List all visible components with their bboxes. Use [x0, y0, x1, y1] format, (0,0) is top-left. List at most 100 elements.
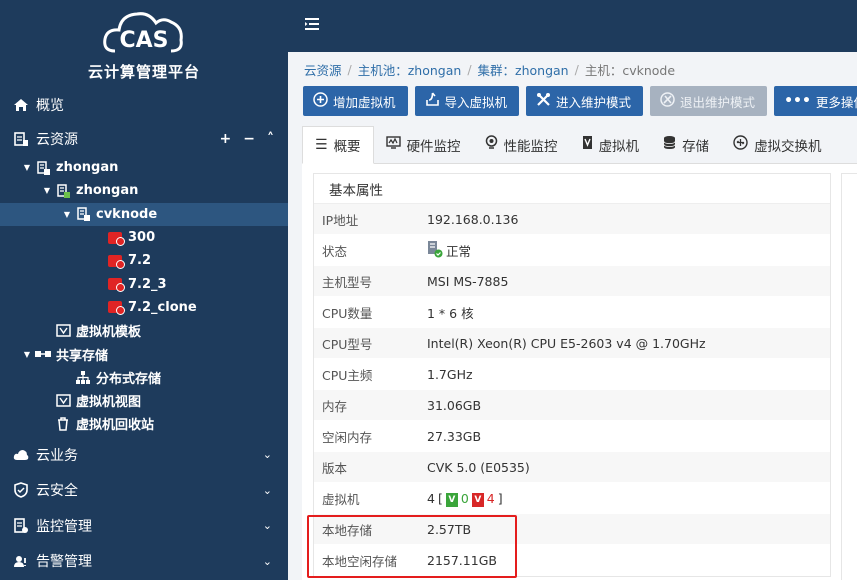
chevron-down-icon: ⌄ — [262, 448, 272, 462]
svg-text:CAS: CAS — [119, 28, 168, 53]
tree-item[interactable]: 7.2_clone — [0, 296, 288, 319]
more-icon: ••• — [784, 93, 811, 109]
basic-properties-panel: 基本属性 IP地址 192.168.0.136 状态 正常 主机型号 MSI MS-788… — [313, 173, 831, 577]
property-row: 虚拟机 4[V 0 V 4] — [314, 483, 830, 514]
tree-item[interactable]: 7.2_3 — [0, 272, 288, 295]
vm-running-count[interactable]: 0 — [461, 491, 469, 506]
chevron-down-icon: ⌄ — [262, 554, 272, 568]
property-row: CPU数量 1 * 6 核 — [314, 297, 830, 328]
tree-item[interactable]: ▼ zhongan — [0, 156, 288, 179]
tree-item[interactable]: 虚拟机视图 — [0, 389, 288, 412]
home-icon — [12, 98, 30, 112]
tree-item-label: 虚拟机视图 — [76, 395, 142, 411]
tab-vswitch-label: 虚拟交换机 — [754, 138, 822, 155]
add-vm-button[interactable]: 增加虚拟机 — [303, 86, 408, 116]
property-key: 空闲内存 — [322, 429, 373, 445]
host-icon — [74, 207, 92, 222]
enter-maintenance-button[interactable]: 进入维护模式 — [526, 86, 644, 116]
tree-item-label: 虚拟机模板 — [76, 325, 142, 341]
property-key: 内存 — [322, 398, 348, 414]
plus-circle-icon — [313, 91, 328, 111]
tree-item[interactable]: 虚拟机模板 — [0, 319, 288, 342]
nav-monitoring[interactable]: 监控管理 ⌄ — [0, 508, 288, 544]
property-value: 27.33GB — [427, 428, 482, 444]
database-icon — [663, 135, 676, 154]
breadcrumb-item[interactable]: 主机池：zhongan — [358, 60, 462, 79]
tree-item-label: 7.2_clone — [128, 299, 197, 315]
tab-performance-monitor[interactable]: 性能监控 — [473, 126, 570, 163]
tab-overview[interactable]: ☰ 概要 — [302, 126, 374, 164]
tab-overview-label: 概要 — [333, 139, 361, 155]
property-key: CPU型号 — [322, 336, 373, 352]
property-row: 版本 CVK 5.0 (E0535) — [314, 452, 830, 483]
nav-alarms[interactable]: 告警管理 ⌄ — [0, 544, 288, 580]
more-actions-button[interactable]: ••• 更多操作 — [774, 86, 857, 116]
property-row: 主机型号 MSI MS-7885 — [314, 266, 830, 297]
tree-item[interactable]: 虚拟机回收站 — [0, 412, 288, 435]
vm-running-icon: V — [445, 492, 458, 507]
vm-stopped-icon: V — [471, 492, 484, 507]
tree-item-label: 7.2_3 — [128, 276, 167, 292]
app-title: 云计算管理平台 — [87, 63, 200, 81]
breadcrumb-item[interactable]: 集群：zhongan — [478, 60, 569, 79]
vm-view-icon — [54, 394, 72, 407]
expand-arrow-icon[interactable]: ▼ — [60, 210, 74, 219]
tab-performance-monitor-label: 性能监控 — [503, 138, 558, 155]
sidebar: CAS 云计算管理平台 概览 云资源 + − ˄ ▼ zhongan ▼ zhonga… — [0, 0, 288, 580]
vm-icon — [582, 135, 593, 154]
exit-maintenance-button[interactable]: 退出维护模式 — [650, 86, 768, 116]
property-row: 状态 正常 — [314, 235, 830, 266]
brand: CAS 云计算管理平台 — [0, 0, 288, 88]
add-resource-button[interactable]: + — [220, 131, 232, 147]
menu-toggle-icon[interactable] — [304, 18, 320, 34]
collapse-resources-button[interactable]: ˄ — [267, 131, 274, 147]
nav-overview[interactable]: 概览 — [0, 88, 288, 122]
tab-vms[interactable]: 虚拟机 — [570, 126, 652, 163]
nav-cloud-resources[interactable]: 云资源 + − ˄ — [0, 122, 288, 156]
property-row: CPU主频 1.7GHz — [314, 359, 830, 390]
vswitch-icon — [733, 135, 748, 154]
vm-stopped-icon — [106, 231, 125, 246]
tree-item[interactable]: 7.2 — [0, 249, 288, 272]
tree-item-label: 300 — [128, 230, 156, 246]
property-row: 空闲内存 27.33GB — [314, 421, 830, 452]
tree-item-label: cvknode — [96, 206, 158, 222]
nav-cloud-business[interactable]: 云业务 ⌄ — [0, 437, 288, 473]
status-text: 正常 — [446, 243, 472, 259]
tab-storage[interactable]: 存储 — [651, 126, 721, 163]
expand-arrow-icon[interactable]: ▼ — [40, 186, 54, 195]
nav-cloud-security-label: 云安全 — [36, 483, 78, 500]
expand-arrow-icon[interactable]: ▼ — [20, 350, 34, 359]
import-vm-label: 导入虚拟机 — [444, 94, 508, 110]
property-value: 31.06GB — [427, 397, 482, 413]
expand-arrow-icon[interactable]: ▼ — [20, 163, 34, 172]
enter-maintenance-label: 进入维护模式 — [556, 94, 632, 110]
property-key: 版本 — [322, 460, 348, 476]
breadcrumb-item[interactable]: 云资源 — [304, 60, 342, 79]
property-value: 2.57TB — [427, 521, 472, 537]
property-value: 正常 — [427, 240, 471, 261]
add-vm-label: 增加虚拟机 — [333, 94, 396, 110]
tree-item[interactable]: 分布式存储 — [0, 366, 288, 389]
tree-item[interactable]: ▼ cvknode — [0, 202, 288, 226]
tab-hardware-monitor-label: 硬件监控 — [406, 138, 461, 155]
vm-stopped-icon — [106, 278, 125, 293]
import-vm-button[interactable]: 导入虚拟机 — [414, 86, 520, 116]
tab-hardware-monitor[interactable]: 硬件监控 — [374, 126, 473, 163]
vm-stopped-count[interactable]: 4 — [487, 491, 495, 506]
property-key: 状态 — [322, 243, 348, 259]
vm-count: 4 — [427, 490, 435, 506]
tree-item[interactable]: ▼ zhongan — [0, 179, 288, 202]
tree-item-label: zhongan — [56, 160, 119, 176]
property-key: IP地址 — [322, 212, 359, 228]
tree-item[interactable]: 300 — [0, 226, 288, 249]
tree-item[interactable]: ▼ 共享存储 — [0, 342, 288, 365]
hardware-monitor-icon — [385, 136, 401, 153]
tab-vswitch[interactable]: 虚拟交换机 — [721, 126, 834, 163]
tree-item-label: 分布式存储 — [96, 371, 162, 387]
remove-resource-button[interactable]: − — [243, 131, 255, 147]
nav-cloud-business-label: 云业务 — [36, 447, 78, 464]
tab-bar: ☰ 概要 硬件监控 性能监控 虚拟机 存储 虚拟交换机 — [302, 126, 857, 164]
performance-monitor-icon — [485, 135, 498, 154]
nav-cloud-security[interactable]: 云安全 ⌄ — [0, 473, 288, 509]
